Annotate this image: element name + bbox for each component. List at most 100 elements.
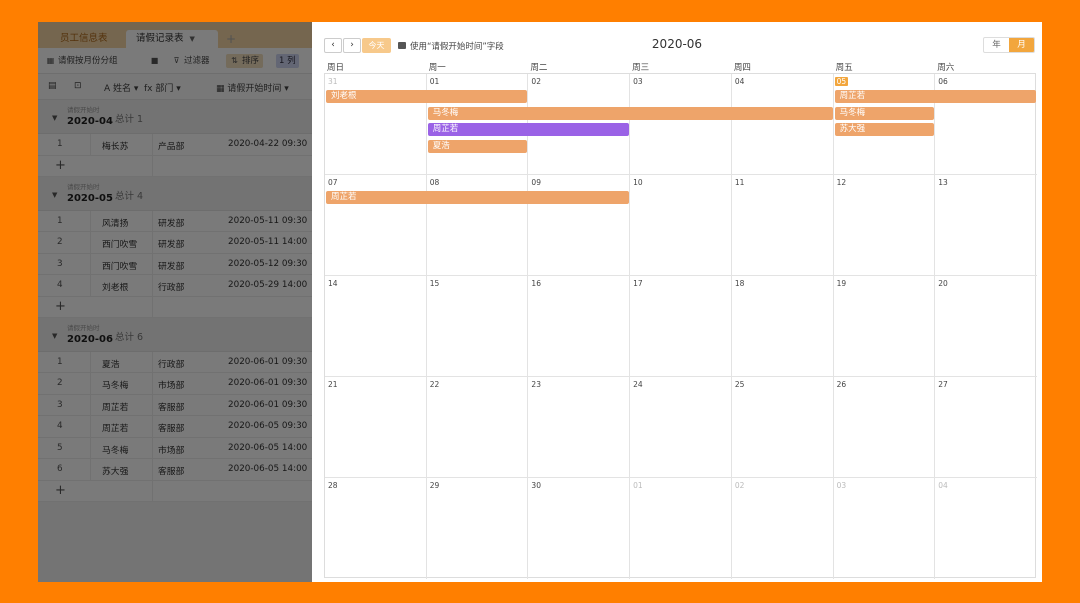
day-cell[interactable]: 01: [630, 478, 732, 579]
table-row[interactable]: 1 风清扬 研发部 2020-05-11 09:30: [38, 210, 312, 232]
view-year-button[interactable]: 年: [984, 38, 1009, 52]
day-cell[interactable]: 30: [528, 478, 631, 579]
prev-month-button[interactable]: ‹: [324, 38, 342, 53]
lock-icon[interactable]: ■: [150, 54, 162, 68]
today-button[interactable]: 今天: [362, 38, 391, 53]
cell-dept[interactable]: 客服部: [158, 400, 184, 413]
add-row-button[interactable]: +: [38, 155, 312, 177]
day-cell[interactable]: 18: [731, 276, 834, 377]
table-row[interactable]: 2 马冬梅 市场部 2020-06-01 09:30: [38, 373, 312, 395]
column-name-header[interactable]: A 姓名 ▾: [104, 81, 138, 94]
day-cell[interactable]: 25: [731, 377, 834, 478]
day-cell[interactable]: 03: [834, 478, 936, 579]
next-month-button[interactable]: ›: [343, 38, 361, 53]
day-cell[interactable]: 22: [426, 377, 529, 478]
day-cell[interactable]: 21: [325, 377, 427, 478]
add-sheet-button[interactable]: +: [222, 30, 240, 48]
cell-dept[interactable]: 研发部: [158, 237, 184, 250]
event-bar[interactable]: 周芷若: [326, 191, 630, 204]
day-cell[interactable]: 03: [630, 74, 732, 175]
cell-name[interactable]: 梅长苏: [102, 139, 128, 152]
cell-dept[interactable]: 客服部: [158, 464, 184, 477]
cell-start-time[interactable]: 2020-05-11 14:00: [228, 237, 307, 247]
event-bar[interactable]: 马冬梅: [427, 106, 833, 120]
cell-start-time[interactable]: 2020-05-11 09:30: [228, 216, 307, 226]
cell-dept[interactable]: 研发部: [158, 216, 184, 229]
collapse-triangle-icon[interactable]: ▼: [52, 191, 57, 199]
table-row[interactable]: 3 西门吹雪 研发部 2020-05-12 09:30: [38, 253, 312, 275]
add-row-button[interactable]: +: [38, 296, 312, 318]
day-cell[interactable]: 24: [630, 377, 732, 478]
add-row-button[interactable]: +: [38, 480, 312, 502]
table-row[interactable]: 4 周芷若 客服部 2020-06-05 09:30: [38, 416, 312, 438]
event-bar[interactable]: 周芷若: [427, 123, 630, 136]
cell-name[interactable]: 刘老根: [102, 280, 128, 293]
day-cell[interactable]: 17: [630, 276, 732, 377]
cell-name[interactable]: 风清扬: [102, 216, 128, 229]
table-row[interactable]: 3 周芷若 客服部 2020-06-01 09:30: [38, 394, 312, 416]
day-cell[interactable]: 23: [528, 377, 631, 478]
group-header[interactable]: ▼ 请假开始时 2020-04 总计 1: [38, 100, 312, 134]
date-field-selector[interactable]: 使用“请假开始时间”字段: [398, 40, 504, 52]
group-by-month-button[interactable]: ▦ 请假按月份分组: [46, 54, 118, 68]
table-row[interactable]: 4 刘老根 行政部 2020-05-29 14:00: [38, 275, 312, 297]
cell-start-time[interactable]: 2020-06-01 09:30: [228, 400, 307, 410]
cell-name[interactable]: 西门吹雪: [102, 259, 137, 272]
cell-name[interactable]: 西门吹雪: [102, 237, 137, 250]
day-cell[interactable]: 19: [833, 276, 936, 377]
day-cell[interactable]: 04: [731, 74, 834, 175]
hidden-columns-badge[interactable]: 1 列: [276, 54, 299, 68]
row-select-checkbox-icon[interactable]: ▤: [48, 81, 57, 91]
event-bar[interactable]: 马冬梅: [834, 106, 935, 120]
cell-dept[interactable]: 市场部: [158, 378, 184, 391]
day-cell[interactable]: 14: [325, 276, 427, 377]
filter-button[interactable]: ⊽ 过滤器: [172, 54, 210, 68]
cell-dept[interactable]: 研发部: [158, 259, 184, 272]
cell-name[interactable]: 周芷若: [102, 400, 128, 413]
cell-dept[interactable]: 行政部: [158, 280, 184, 293]
table-row[interactable]: 1 夏浩 行政部 2020-06-01 09:30: [38, 351, 312, 373]
tab-employee-info[interactable]: 员工信息表: [50, 30, 126, 48]
cell-name[interactable]: 夏浩: [102, 357, 120, 370]
day-cell[interactable]: 10: [630, 175, 732, 276]
tab-leave-records[interactable]: 请假记录表 ▼: [126, 30, 218, 48]
collapse-triangle-icon[interactable]: ▼: [52, 332, 57, 340]
day-cell[interactable]: 28: [325, 478, 427, 579]
cell-start-time[interactable]: 2020-06-05 14:00: [228, 443, 307, 453]
day-cell[interactable]: 20: [935, 276, 1037, 377]
group-header[interactable]: ▼ 请假开始时 2020-05 总计 4: [38, 176, 312, 211]
cell-name[interactable]: 苏大强: [102, 464, 128, 477]
event-bar[interactable]: 苏大强: [834, 123, 935, 136]
collapse-triangle-icon[interactable]: ▼: [52, 114, 57, 122]
day-cell[interactable]: 29: [427, 478, 529, 579]
view-month-button[interactable]: 月: [1009, 38, 1034, 52]
cell-start-time[interactable]: 2020-04-22 09:30: [228, 139, 307, 149]
event-bar[interactable]: 夏浩: [427, 139, 528, 153]
day-cell[interactable]: 12: [833, 175, 936, 276]
day-cell[interactable]: 15: [426, 276, 529, 377]
cell-start-time[interactable]: 2020-06-01 09:30: [228, 357, 307, 367]
cell-start-time[interactable]: 2020-06-05 14:00: [228, 464, 307, 474]
column-dept-header[interactable]: fx 部门 ▾: [144, 81, 181, 94]
cell-start-time[interactable]: 2020-05-12 09:30: [228, 259, 307, 269]
cell-start-time[interactable]: 2020-06-01 09:30: [228, 378, 307, 388]
table-row[interactable]: 2 西门吹雪 研发部 2020-05-11 14:00: [38, 232, 312, 254]
day-cell[interactable]: 13: [935, 175, 1037, 276]
day-cell[interactable]: 02: [732, 478, 834, 579]
day-cell[interactable]: 26: [833, 377, 936, 478]
table-row[interactable]: 1 梅长苏 产品部 2020-04-22 09:30: [38, 134, 312, 156]
cell-start-time[interactable]: 2020-06-05 09:30: [228, 421, 307, 431]
cell-dept[interactable]: 行政部: [158, 357, 184, 370]
cell-dept[interactable]: 产品部: [158, 139, 184, 152]
cell-dept[interactable]: 客服部: [158, 421, 184, 434]
table-row[interactable]: 5 马冬梅 市场部 2020-06-05 14:00: [38, 437, 312, 459]
column-start-time-header[interactable]: ▦ 请假开始时间 ▾: [216, 81, 289, 94]
day-cell[interactable]: 27: [935, 377, 1037, 478]
event-bar[interactable]: 周芷若: [834, 90, 1036, 103]
day-cell[interactable]: 04: [935, 478, 1037, 579]
group-header[interactable]: ▼ 请假开始时 2020-06 总计 6: [38, 317, 312, 352]
table-row[interactable]: 6 苏大强 客服部 2020-06-05 14:00: [38, 459, 312, 481]
sort-button[interactable]: ⇅ 排序: [226, 54, 264, 68]
cell-name[interactable]: 周芷若: [102, 421, 128, 434]
cell-name[interactable]: 马冬梅: [102, 378, 128, 391]
